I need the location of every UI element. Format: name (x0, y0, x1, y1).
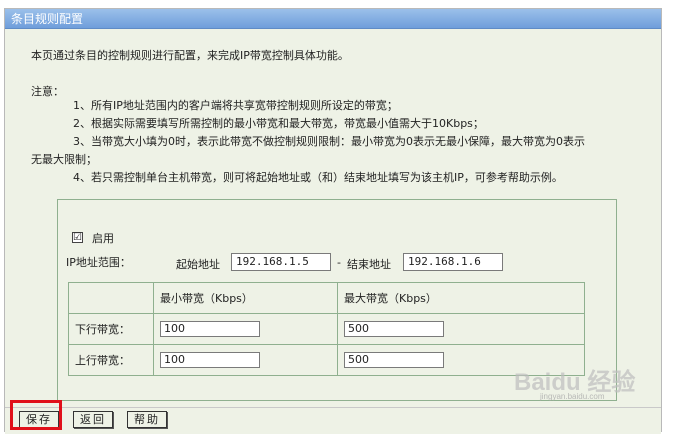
uplink-label: 上行带宽： (68, 344, 154, 376)
note-line-1: 1、所有IP地址范围内的客户端将共享宽带控制规则所设定的带宽； (73, 99, 398, 112)
save-highlight-box (10, 400, 62, 430)
baidu-watermark-url: jingyan.baidu.com (540, 392, 605, 401)
table-header-row: 最小带宽（Kbps） 最大带宽（Kbps） (68, 282, 585, 314)
bandwidth-table: 最小带宽（Kbps） 最大带宽（Kbps） 下行带宽： 100 500 上行带宽… (68, 282, 585, 376)
header-max-bandwidth: 最大带宽（Kbps） (337, 282, 585, 314)
button-bar: 保存 返回 帮助 (5, 407, 661, 434)
header-empty (68, 282, 154, 314)
end-address-label: 结束地址 (347, 258, 391, 271)
table-row: 下行带宽： 100 500 (68, 313, 585, 345)
back-button[interactable]: 返回 (73, 411, 113, 428)
end-address-input[interactable]: 192.168.1.6 (403, 253, 503, 271)
start-address-input[interactable]: 192.168.1.5 (231, 253, 331, 271)
enable-label: 启用 (92, 232, 114, 245)
uplink-max-input[interactable]: 500 (344, 352, 444, 368)
downlink-max-input[interactable]: 500 (344, 321, 444, 337)
note-line-3: 3、当带宽大小填为0时，表示此带宽不做控制规则限制：最小带宽为0表示无最小保障，… (73, 135, 585, 148)
notes-heading: 注意： (31, 85, 64, 98)
note-line-2: 2、根据实际需要填写所需控制的最小带宽和最大带宽，带宽最小值需大于10Kbps； (73, 117, 484, 130)
downlink-label: 下行带宽： (68, 313, 154, 345)
downlink-min-input[interactable]: 100 (160, 321, 260, 337)
uplink-min-input[interactable]: 100 (160, 352, 260, 368)
table-row: 上行带宽： 100 500 (68, 344, 585, 376)
ip-range-label: IP地址范围： (66, 256, 131, 269)
note-line-4: 4、若只需控制单台主机带宽，则可将起始地址或（和）结束地址填写为该主机IP，可参… (73, 171, 563, 184)
start-address-label: 起始地址 (176, 258, 220, 271)
range-separator: - (337, 256, 341, 269)
help-button[interactable]: 帮助 (127, 411, 167, 428)
enable-checkbox[interactable]: ☑ (72, 232, 83, 243)
intro-text: 本页通过条目的控制规则进行配置，来完成IP带宽控制具体功能。 (31, 49, 349, 62)
window-title: 条目规则配置 (5, 9, 661, 29)
note-line-3-cont: 无最大限制； (31, 153, 97, 166)
header-min-bandwidth: 最小带宽（Kbps） (153, 282, 338, 314)
